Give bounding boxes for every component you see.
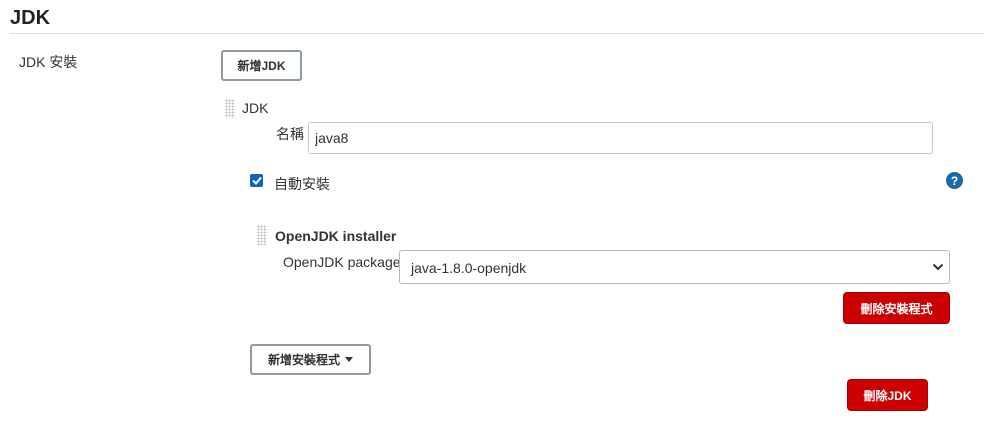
chevron-down-icon: [932, 263, 944, 271]
openjdk-package-label: OpenJDK package: [283, 254, 401, 270]
add-installer-label: 新增安裝程式: [267, 353, 340, 367]
caret-down-icon: [345, 357, 353, 362]
delete-installer-button[interactable]: 刪除安裝程式: [843, 292, 950, 324]
add-jdk-button[interactable]: 新增JDK: [221, 50, 302, 81]
drag-handle-icon[interactable]: [257, 225, 267, 245]
name-field[interactable]: [308, 122, 933, 154]
delete-jdk-button[interactable]: 刪除JDK: [847, 379, 928, 411]
section-divider: [10, 33, 984, 34]
add-installer-button[interactable]: 新增安裝程式: [250, 344, 371, 375]
name-label: 名稱: [276, 126, 304, 142]
drag-handle-icon[interactable]: [225, 99, 235, 118]
jdk-entry-header: JDK: [242, 100, 269, 116]
openjdk-package-select[interactable]: java-1.8.0-openjdk: [399, 250, 950, 284]
section-title: JDK: [10, 7, 51, 29]
auto-install-label: 自動安裝: [274, 176, 330, 192]
auto-install-checkbox[interactable]: [250, 174, 263, 187]
jdk-installations-label: JDK 安裝: [19, 54, 78, 70]
installer-title: OpenJDK installer: [275, 228, 397, 244]
openjdk-package-value: java-1.8.0-openjdk: [411, 260, 527, 276]
check-icon: [251, 176, 262, 185]
question-circle-icon[interactable]: ?: [946, 172, 963, 189]
